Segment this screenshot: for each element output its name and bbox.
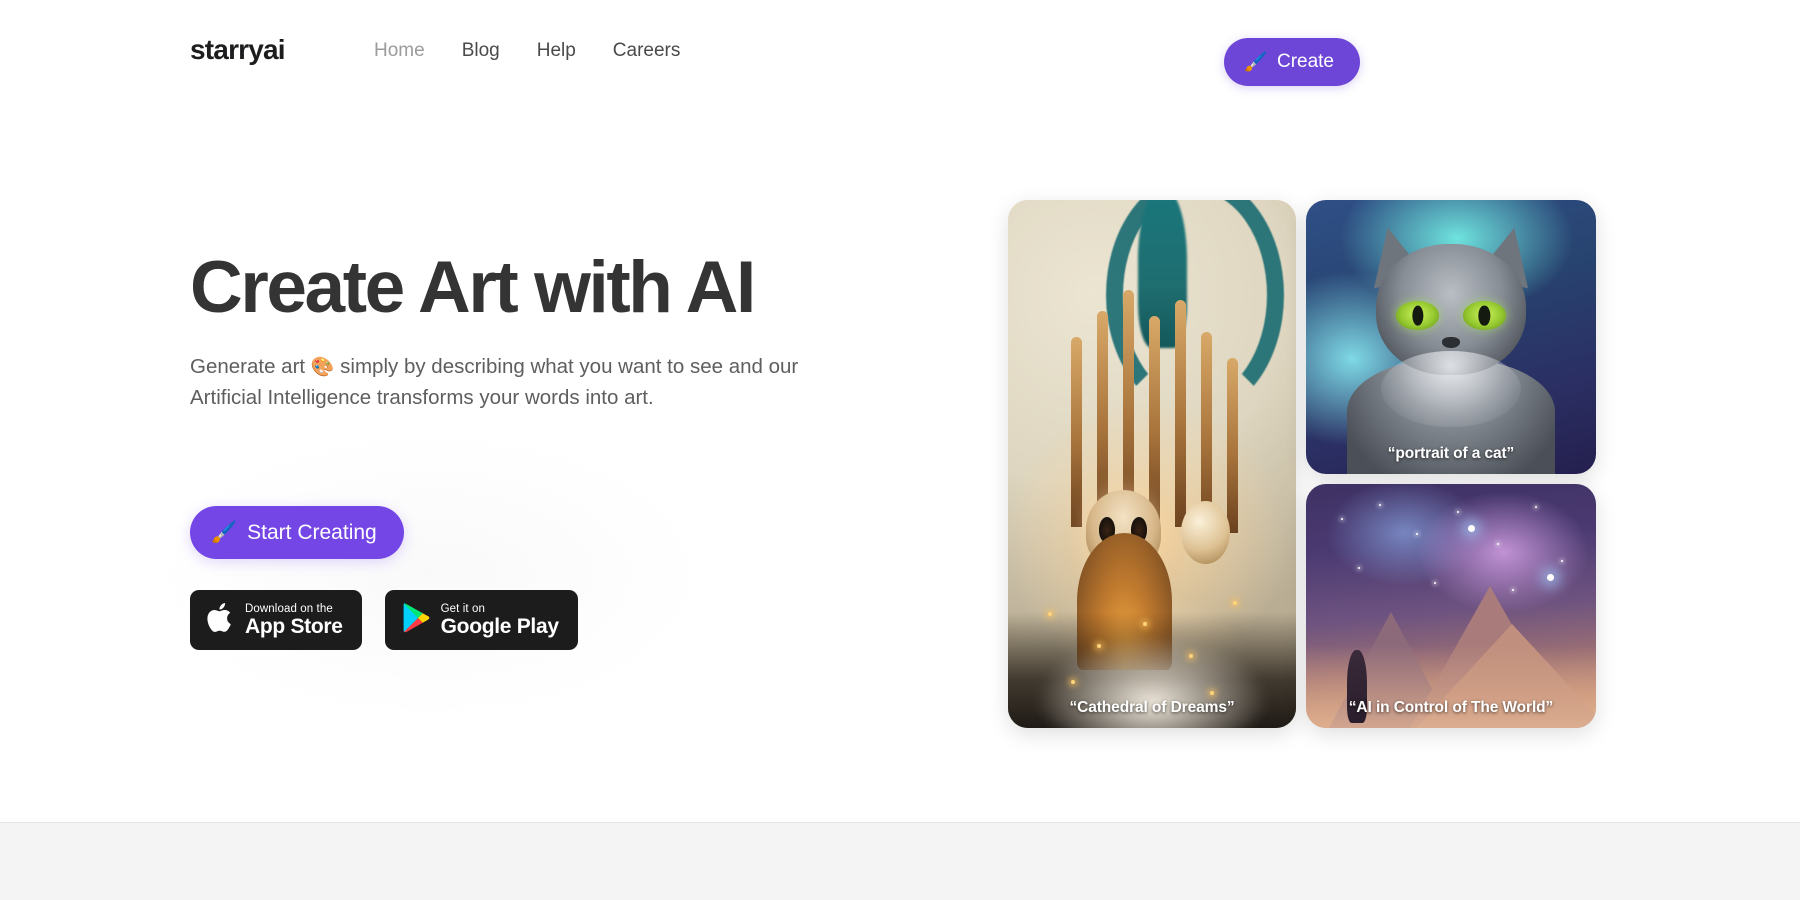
- gallery-right-column: “portrait of a cat” “AI in Control of Th…: [1306, 200, 1596, 728]
- cathedral-artwork: [1008, 200, 1296, 728]
- create-button-label: Create: [1276, 51, 1334, 72]
- main-navigation: Home Blog Help Careers: [374, 40, 680, 63]
- google-play-large-label: Google Play: [440, 614, 559, 638]
- example-gallery: “Cathedral of Dreams” “portrait of a cat…: [1008, 200, 1596, 728]
- gallery-card-cathedral[interactable]: “Cathedral of Dreams”: [1008, 200, 1296, 728]
- create-button[interactable]: 🖌️ Create: [1224, 38, 1360, 86]
- gallery-card-space[interactable]: “AI in Control of The World”: [1306, 484, 1596, 728]
- page-title: Create Art with AI: [190, 247, 756, 328]
- hero-subtitle: Generate art 🎨 simply by describing what…: [190, 351, 830, 415]
- paintbrush-icon: 🖌️: [1244, 52, 1268, 73]
- cat-artwork: [1306, 200, 1596, 474]
- brand-logo-text: starryai: [190, 34, 286, 65]
- google-play-small-label: Get it on: [440, 602, 486, 615]
- site-header: starryai Home Blog Help Careers 🖌️ Creat…: [0, 0, 1800, 118]
- gallery-card-cat[interactable]: “portrait of a cat”: [1306, 200, 1596, 474]
- nav-link-careers[interactable]: Careers: [613, 40, 681, 63]
- app-store-large-label: App Store: [245, 614, 343, 638]
- apple-logo-icon: [207, 601, 234, 639]
- hero-subtitle-part1: Generate art: [190, 354, 306, 378]
- start-creating-button[interactable]: 🖌️ Start Creating: [190, 506, 404, 560]
- nav-link-home[interactable]: Home: [374, 40, 425, 63]
- brand-logo[interactable]: starryai: [190, 34, 286, 65]
- nav-link-blog[interactable]: Blog: [462, 40, 500, 63]
- app-store-badges: Download on the App Store Get it on Goog…: [190, 590, 890, 651]
- google-play-badge[interactable]: Get it on Google Play: [384, 590, 578, 651]
- paintbrush-icon: 🖌️: [211, 520, 238, 544]
- footer-band: [0, 822, 1800, 900]
- space-artwork: [1306, 484, 1596, 728]
- nav-link-help[interactable]: Help: [537, 40, 576, 63]
- start-creating-label: Start Creating: [247, 520, 377, 544]
- hero-section: Create Art with AI Generate art 🎨 simply…: [190, 247, 890, 651]
- app-store-small-label: Download on the: [245, 602, 333, 615]
- palette-icon: 🎨: [310, 356, 335, 378]
- hero-subtitle-part2: simply by describing what you want to se…: [340, 354, 724, 378]
- app-store-badge[interactable]: Download on the App Store: [190, 590, 362, 651]
- google-play-icon: [402, 602, 430, 638]
